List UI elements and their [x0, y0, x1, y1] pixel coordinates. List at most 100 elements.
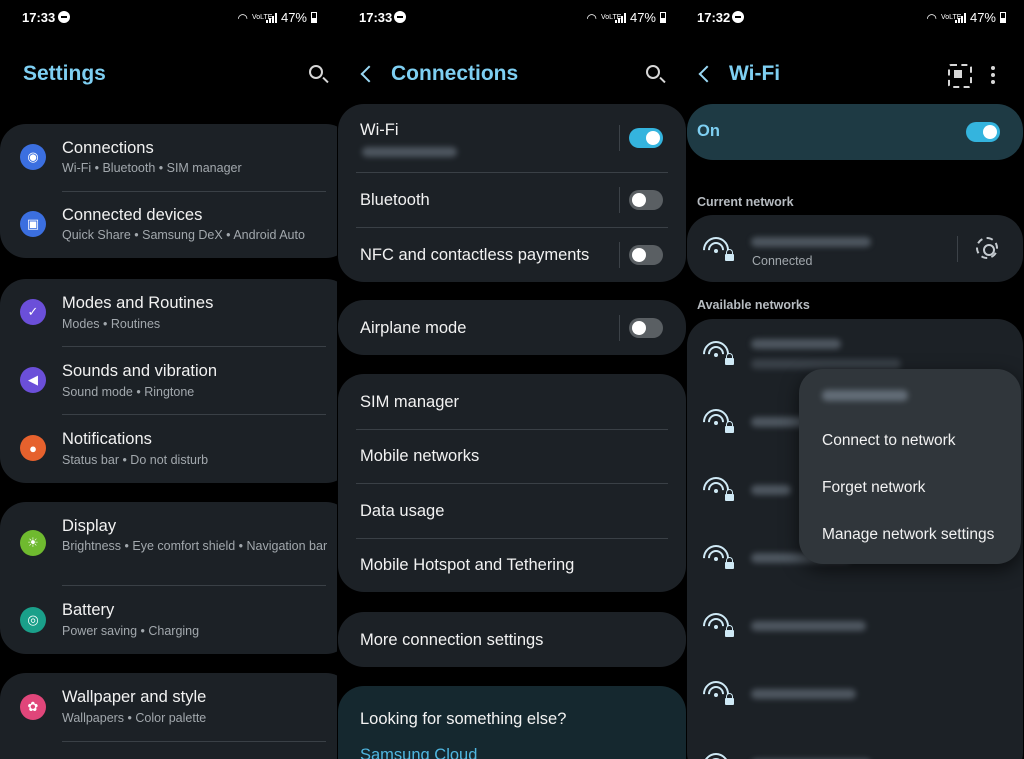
- wifi-row[interactable]: Wi-Fi: [338, 104, 686, 172]
- item-title: Connected devices: [62, 206, 203, 224]
- wifi-toggle[interactable]: [629, 128, 663, 148]
- wifi-lock-icon: [697, 231, 735, 269]
- item-subtitle: Brightness • Eye comfort shield • Naviga…: [62, 539, 328, 553]
- search-icon[interactable]: [643, 62, 667, 86]
- wifi-on-label: On: [697, 122, 720, 140]
- network-status: Connected: [752, 254, 813, 268]
- wifi-master-toggle[interactable]: [966, 122, 1000, 142]
- data-usage-row[interactable]: Data usage: [338, 483, 686, 538]
- airplane-toggle[interactable]: [629, 318, 663, 338]
- wifi-master-row[interactable]: On: [687, 104, 1023, 160]
- signal-icon: [265, 12, 277, 23]
- settings-item-notifications[interactable]: ● Notifications Status bar • Do not dist…: [0, 415, 337, 483]
- gear-icon[interactable]: [976, 237, 998, 259]
- dnd-icon: [58, 11, 70, 23]
- airplane-mode-row[interactable]: Airplane mode: [338, 300, 686, 355]
- network-name-redacted: [751, 237, 871, 247]
- wifi-status-icon: ◠: [237, 10, 248, 25]
- settings-item-sounds[interactable]: ◀ Sounds and vibration Sound mode • Ring…: [0, 347, 337, 415]
- wifi-status-icon: ◠: [926, 10, 937, 25]
- mobile-networks-row[interactable]: Mobile networks: [338, 429, 686, 483]
- back-button[interactable]: [357, 62, 377, 86]
- settings-item-connected-devices[interactable]: ▣ Connected devices Quick Share • Samsun…: [0, 191, 337, 258]
- battery-icon: [1000, 12, 1006, 23]
- looking-title: Looking for something else?: [360, 710, 567, 728]
- bluetooth-row[interactable]: Bluetooth: [338, 172, 686, 227]
- current-network-label: Current network: [697, 195, 794, 209]
- network-item[interactable]: [687, 727, 1023, 759]
- nfc-row[interactable]: NFC and contactless payments: [338, 227, 686, 282]
- more-connection-settings-row[interactable]: More connection settings: [338, 612, 686, 667]
- dnd-icon: [394, 11, 406, 23]
- item-title: More connection settings: [360, 631, 544, 649]
- battery-icon: [311, 12, 317, 23]
- speaker-icon: ◀: [20, 367, 46, 393]
- page-title: Connections: [391, 62, 519, 85]
- item-title: NFC and contactless payments: [360, 246, 590, 264]
- sim-manager-row[interactable]: SIM manager: [338, 374, 686, 429]
- connect-to-network-item[interactable]: Connect to network: [822, 432, 956, 450]
- battery-percent: 47%: [969, 10, 996, 25]
- connections-screen: 17:33 ◠ VoLTE 47% Connections Wi-Fi Blue…: [337, 0, 687, 759]
- volte-icon: VoLTE: [251, 14, 273, 21]
- wifi-header: Wi-Fi: [687, 58, 1024, 90]
- back-button[interactable]: [695, 62, 715, 86]
- samsung-cloud-link[interactable]: Samsung Cloud: [360, 746, 477, 759]
- manage-network-settings-item[interactable]: Manage network settings: [822, 526, 994, 544]
- item-title: Sounds and vibration: [62, 362, 218, 380]
- wifi-status-icon: ◠: [586, 10, 597, 25]
- wifi-lock-icon: [697, 675, 735, 713]
- signal-icon: [954, 12, 966, 23]
- forget-network-item[interactable]: Forget network: [822, 479, 925, 497]
- wifi-lock-icon: [697, 471, 735, 509]
- bell-icon: ●: [20, 435, 46, 461]
- wifi-lock-icon: [697, 607, 735, 645]
- settings-item-display[interactable]: ☀ Display Brightness • Eye comfort shiel…: [0, 502, 337, 586]
- current-network-card[interactable]: Connected: [687, 215, 1023, 282]
- status-time: 17:32: [697, 10, 731, 25]
- popup-network-name-redacted: [822, 390, 908, 401]
- nfc-toggle[interactable]: [629, 245, 663, 265]
- settings-item-connections[interactable]: ◉ Connections Wi-Fi • Bluetooth • SIM ma…: [0, 124, 337, 191]
- wifi-lock-icon: [697, 747, 735, 759]
- sun-icon: ☀: [20, 530, 46, 556]
- more-options-icon[interactable]: [991, 66, 995, 84]
- status-time: 17:33: [359, 10, 393, 25]
- battery-icon: ◎: [20, 607, 46, 633]
- item-subtitle: Quick Share • Samsung DeX • Android Auto: [62, 228, 305, 242]
- settings-group-wallpaper: ✿ Wallpaper and style Wallpapers • Color…: [0, 673, 337, 759]
- status-bar: 17:33 ◠ VoLTE 47%: [337, 8, 687, 26]
- settings-item-battery[interactable]: ◎ Battery Power saving • Charging: [0, 586, 337, 654]
- network-item[interactable]: [687, 659, 1023, 727]
- item-title: Airplane mode: [360, 319, 467, 337]
- connections-group-mobile: SIM manager Mobile networks Data usage M…: [338, 374, 686, 592]
- hotspot-row[interactable]: Mobile Hotspot and Tethering: [338, 538, 686, 592]
- bluetooth-toggle[interactable]: [629, 190, 663, 210]
- item-title: Data usage: [360, 502, 445, 520]
- connections-header: Connections: [337, 58, 687, 90]
- settings-item-wallpaper[interactable]: ✿ Wallpaper and style Wallpapers • Color…: [0, 673, 337, 741]
- available-networks-label: Available networks: [697, 298, 810, 312]
- item-subtitle: Power saving • Charging: [62, 624, 200, 638]
- item-title: Connections: [62, 139, 154, 157]
- wifi-network-name-redacted: [362, 147, 457, 157]
- qr-scan-icon[interactable]: [948, 64, 972, 88]
- wifi-lock-icon: [697, 539, 735, 577]
- item-title: Battery: [62, 601, 115, 619]
- item-subtitle: Wallpapers • Color palette: [62, 711, 207, 725]
- settings-group-connections: ◉ Connections Wi-Fi • Bluetooth • SIM ma…: [0, 124, 337, 258]
- network-item[interactable]: [687, 591, 1023, 659]
- connections-group-wireless: Wi-Fi Bluetooth NFC and contactless paym…: [338, 104, 686, 282]
- settings-group-modes: ✓ Modes and Routines Modes • Routines ◀ …: [0, 279, 337, 483]
- settings-screen: 17:33 ◠ VoLTE 47% Settings ◉ Connections…: [0, 0, 337, 759]
- item-title: Bluetooth: [360, 191, 430, 209]
- network-name-redacted: [751, 485, 791, 495]
- item-subtitle: Sound mode • Ringtone: [62, 385, 195, 399]
- settings-item-modes-routines[interactable]: ✓ Modes and Routines Modes • Routines: [0, 279, 337, 347]
- item-subtitle: Modes • Routines: [62, 317, 161, 331]
- devices-icon: ▣: [20, 211, 46, 237]
- wifi-lock-icon: [697, 335, 735, 373]
- item-title: Wi-Fi: [360, 121, 399, 139]
- search-icon[interactable]: [306, 62, 330, 86]
- item-title: Mobile networks: [360, 447, 480, 465]
